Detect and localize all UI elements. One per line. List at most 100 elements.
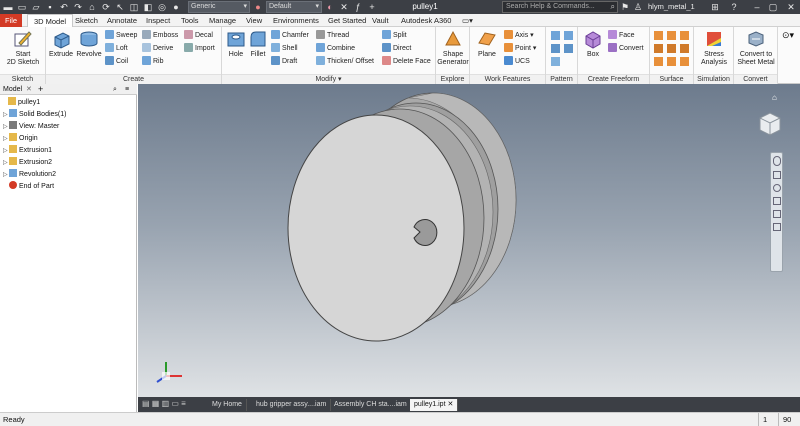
rectangular-pattern-icon[interactable] [551,31,560,40]
tab-annotate[interactable]: Annotate [107,14,137,27]
convert-freeform-button[interactable]: Convert [608,43,644,54]
minimize-icon[interactable]: – [750,1,764,13]
tree-end-of-part[interactable]: End of Part [3,181,54,192]
thread-button[interactable]: Thread [316,30,349,41]
browser-tab-model[interactable]: Model [3,84,22,95]
plane-button[interactable]: Plane [474,29,500,59]
update-icon[interactable]: ⟳ [100,1,112,13]
stitch-icon[interactable] [654,31,663,40]
draft-button[interactable]: Draft [271,56,297,67]
direct-button[interactable]: Direct [382,43,411,54]
tree-revolution2[interactable]: ▷ Revolution2 [3,169,56,180]
tab-environments[interactable]: Environments [273,14,319,27]
shape-generator-button[interactable]: Shape Generator [437,29,469,67]
appearance-ball-icon[interactable]: ● [170,1,182,13]
app-menu-icon[interactable]: ▬ [2,1,14,13]
browser-menu-icon[interactable]: ≡ [125,84,129,95]
chamfer-button[interactable]: Chamfer [271,30,309,41]
hole-button[interactable]: Hole [225,29,247,59]
tab-view[interactable]: View [246,14,262,27]
patch-icon[interactable] [667,31,676,40]
tree-origin[interactable]: ▷ Origin [3,133,38,144]
help-icon[interactable]: ? [728,1,740,13]
maximize-icon[interactable]: ▢ [766,1,780,13]
tab-tools[interactable]: Tools [181,14,199,27]
coil-button[interactable]: Coil [105,56,128,67]
home-icon[interactable]: ⌂ [86,1,98,13]
pulley-model[interactable] [138,84,800,397]
steering-wheel-icon[interactable] [772,156,781,166]
sketch-pattern-icon[interactable] [551,44,560,53]
circular-pattern-icon[interactable] [564,31,573,40]
browser-close-icon[interactable]: ✕ [26,84,32,95]
appearance-icon[interactable]: ● [252,1,264,13]
doc-tab-my-home[interactable]: My Home [208,399,247,411]
box-button[interactable]: Box [581,29,605,59]
ribbon-display-icon[interactable]: ▭▾ [462,14,473,27]
viewcube[interactable] [757,110,783,138]
import-button[interactable]: Import [184,43,215,54]
appearance-dropdown[interactable]: Default [266,1,322,13]
stress-analysis-button[interactable]: Stress Analysis [696,29,732,67]
shell-button[interactable]: Shell [271,43,298,54]
tab-inspect[interactable]: Inspect [146,14,170,27]
derive-button[interactable]: Derive [142,43,173,54]
search-icon[interactable]: ⌕ [611,2,615,12]
close-icon[interactable]: ✕ [784,1,798,13]
split-button[interactable]: Split [382,30,407,41]
tree-view-master[interactable]: ▷ View: Master [3,121,59,132]
user-icon[interactable]: ♙ [632,1,644,13]
material-icon[interactable]: ◧ [142,1,154,13]
point-button[interactable]: Point ▾ [504,43,536,54]
tree-extrusion1[interactable]: ▷ Extrusion1 [3,145,52,156]
ruled-surface-icon[interactable] [654,57,663,66]
tree-solid-bodies[interactable]: ▷ Solid Bodies(1) [3,109,66,120]
clear-icon[interactable]: ✕ [338,1,350,13]
browser-add-icon[interactable]: + [38,84,43,95]
convert-sheet-metal-button[interactable]: Convert to Sheet Metal [735,29,777,67]
panel-label-modify[interactable]: Modify ▾ [222,74,435,84]
loft-button[interactable]: Loft [105,43,128,54]
boundary-patch-icon[interactable] [667,57,676,66]
tree-root-part[interactable]: pulley1 [2,97,40,108]
repair-icon[interactable] [680,57,689,66]
search-input[interactable]: Search Help & Commands... ⌕ [502,1,618,13]
tab-sketch[interactable]: Sketch [75,14,98,27]
browser-search-icon[interactable]: ⌕ [113,84,117,95]
undo-icon[interactable]: ↶ [58,1,70,13]
new-file-icon[interactable]: ▭ [16,1,28,13]
tab-3d-model[interactable]: 3D Model [27,14,73,27]
redo-icon[interactable]: ↷ [72,1,84,13]
doc-tab-hub-gripper[interactable]: hub gripper assy....iam [252,399,332,411]
open-file-icon[interactable]: ▱ [30,1,42,13]
start-2d-sketch-button[interactable]: Start 2D Sketch [4,29,42,67]
sweep-button[interactable]: Sweep [105,30,137,41]
exchange-icon[interactable]: ⊞ [710,1,720,13]
orbit-icon[interactable] [772,197,781,205]
user-name[interactable]: hlym_metal_1 [648,0,695,14]
trim-icon[interactable] [654,44,663,53]
extrude-button[interactable]: Extrude [48,29,74,59]
tab-autodesk-a360[interactable]: Autodesk A360 [401,14,451,27]
doc-tab-close-icon[interactable]: ✕ [447,401,453,408]
doc-tab-pulley1[interactable]: pulley1.ipt ✕ [410,399,459,411]
select-icon[interactable]: ↖ [114,1,126,13]
look-at-icon[interactable] [772,210,781,218]
replace-face-icon[interactable] [680,44,689,53]
tab-file[interactable]: File [0,14,22,27]
delete-face-button[interactable]: Delete Face [382,56,431,67]
doc-tab-assembly-ch[interactable]: Assembly CH sta....iam [330,399,412,411]
decal-button[interactable]: Decal [184,30,213,41]
ribbon-options-icon[interactable]: ⊙▾ [782,30,794,41]
pan-icon[interactable] [772,171,781,179]
sculpt-icon[interactable] [680,31,689,40]
tile-windows-icon[interactable]: ▤ ▦ ▥ ▭ ≡ [142,399,186,408]
measure-icon[interactable]: ◫ [128,1,140,13]
fillet-button[interactable]: Fillet [247,29,269,59]
graphics-viewport[interactable]: ⌂ [138,84,800,397]
add-icon[interactable]: + [366,1,378,13]
thicken-offset-button[interactable]: Thicken/ Offset [316,56,374,67]
mirror-icon[interactable] [564,44,573,53]
nav-customize-icon[interactable] [772,223,781,231]
combine-button[interactable]: Combine [316,43,355,54]
